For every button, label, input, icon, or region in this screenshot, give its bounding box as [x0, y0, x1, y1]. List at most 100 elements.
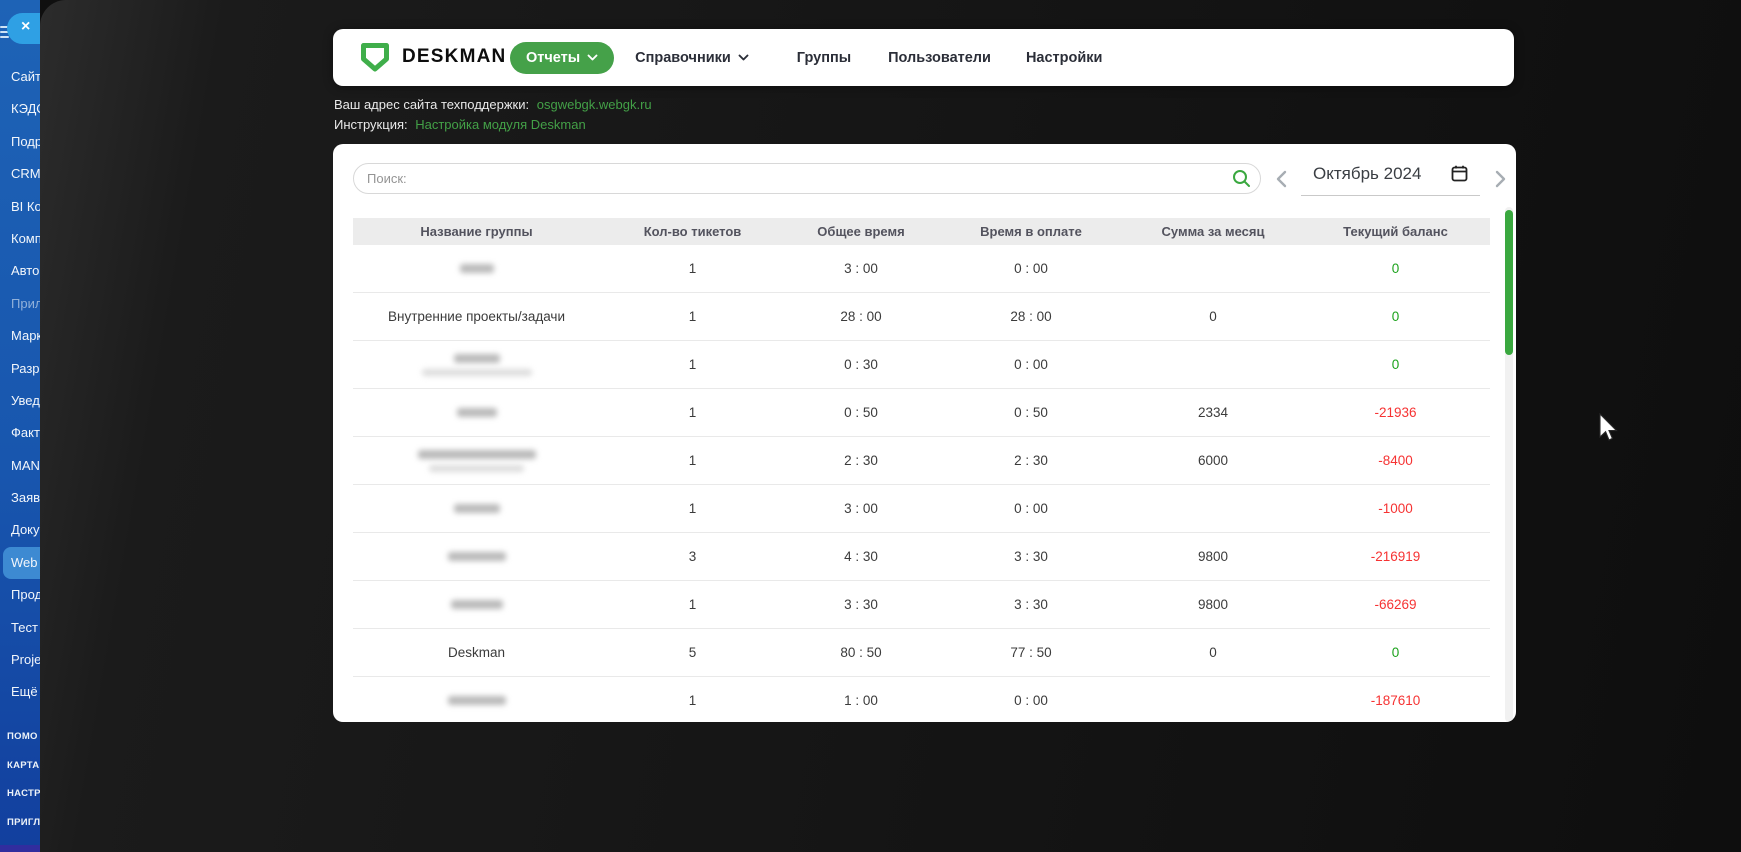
nav-menu-item[interactable]: Группы	[797, 50, 851, 66]
paid-time-cell: 3 : 30	[937, 597, 1125, 612]
support-info: Ваш адрес сайта техподдержки: osgwebgk.w…	[334, 95, 652, 134]
nav-menu-label: Группы	[797, 50, 851, 66]
paid-time-cell: 0 : 00	[937, 261, 1125, 276]
scrollbar-track[interactable]	[1505, 207, 1513, 722]
group-name-cell	[353, 693, 600, 708]
current-balance-cell: 0	[1301, 645, 1490, 660]
sidebar-item[interactable]: Увед	[0, 385, 40, 417]
table-row[interactable]: 34 : 303 : 309800-216919	[353, 533, 1490, 581]
sidebar-item[interactable]: Сайт	[0, 61, 40, 93]
table-row[interactable]: Внутренние проекты/задачи128 : 0028 : 00…	[353, 293, 1490, 341]
nav-menu-label: Настройки	[1026, 50, 1103, 66]
sidebar-bottom-strip	[0, 845, 40, 852]
period-navigator: Октябрь 2024	[1269, 160, 1512, 198]
tickets-count-cell: 1	[600, 261, 785, 276]
month-sum-cell: 2334	[1125, 405, 1301, 420]
sidebar-nav: СайтКЭДОПодрCRMBI КоКомпАвтоПрилМаркРазр…	[0, 61, 40, 709]
paid-time-cell: 0 : 50	[937, 405, 1125, 420]
chevron-down-icon	[587, 54, 598, 61]
sidebar-item[interactable]: Web	[3, 547, 40, 579]
sidebar-item[interactable]: Марк	[0, 320, 40, 352]
paid-time-cell: 2 : 30	[937, 453, 1125, 468]
tickets-count-cell: 1	[600, 693, 785, 708]
nav-menu-item[interactable]: Пользователи	[888, 50, 991, 66]
close-sidebar-button[interactable]: × We	[7, 13, 40, 44]
sidebar-item[interactable]: Подр	[0, 126, 40, 158]
sidebar-item[interactable]: Факт	[0, 417, 40, 449]
tickets-count-cell: 1	[600, 405, 785, 420]
group-name-cell	[353, 549, 600, 564]
instruction-link[interactable]: Настройка модуля Deskman	[415, 117, 585, 132]
current-balance-cell: 0	[1301, 261, 1490, 276]
instruction-line: Инструкция: Настройка модуля Deskman	[334, 115, 652, 135]
nav-menu-item[interactable]: Справочники	[635, 50, 749, 66]
paid-time-cell: 3 : 30	[937, 549, 1125, 564]
instruction-label: Инструкция:	[334, 117, 408, 132]
column-header: Сумма за месяц	[1125, 224, 1301, 239]
sidebar-item[interactable]: Proje	[0, 644, 40, 676]
tickets-count-cell: 1	[600, 501, 785, 516]
current-balance-cell: -216919	[1301, 549, 1490, 564]
sidebar-item[interactable]: Ещё	[0, 676, 40, 708]
search-icon[interactable]	[1232, 169, 1251, 193]
redacted-group-name	[448, 552, 506, 561]
total-time-cell: 1 : 00	[785, 693, 937, 708]
table-row[interactable]: 11 : 000 : 00-187610	[353, 677, 1490, 722]
close-icon: ×	[21, 18, 30, 36]
table-row[interactable]: 12 : 302 : 306000-8400	[353, 437, 1490, 485]
sidebar-item[interactable]: Доку	[0, 514, 40, 546]
current-balance-cell: -8400	[1301, 453, 1490, 468]
table-row[interactable]: 13 : 000 : 00 0	[353, 245, 1490, 293]
redacted-group-name	[454, 504, 500, 513]
total-time-cell: 3 : 00	[785, 261, 937, 276]
table-row[interactable]: Deskman580 : 5077 : 5000	[353, 629, 1490, 677]
group-name-cell	[353, 450, 600, 472]
sidebar-item[interactable]: BI Ко	[0, 191, 40, 223]
sidebar-item[interactable]: CRM	[0, 158, 40, 190]
paid-time-cell: 0 : 00	[937, 501, 1125, 516]
sidebar-footer-item[interactable]: ПРИГЛ	[0, 809, 40, 838]
calendar-icon	[1451, 165, 1468, 187]
month-sum-cell: 9800	[1125, 597, 1301, 612]
nav-reports-button[interactable]: Отчеты	[510, 42, 614, 74]
redacted-group-name	[418, 450, 536, 459]
redacted-group-subtext	[429, 465, 524, 472]
search-input[interactable]	[353, 163, 1261, 194]
sidebar-item[interactable]: Тест	[0, 612, 40, 644]
period-label: Октябрь 2024	[1313, 164, 1421, 184]
support-address-link[interactable]: osgwebgk.webgk.ru	[537, 97, 652, 112]
sidebar-item[interactable]: Разр	[0, 353, 40, 385]
next-month-button[interactable]	[1488, 170, 1512, 188]
sidebar-item[interactable]: Комп	[0, 223, 40, 255]
sidebar-item[interactable]: Авто	[0, 255, 40, 287]
sidebar-item[interactable]: Прод	[0, 579, 40, 611]
column-header: Название группы	[353, 224, 600, 239]
left-sidebar: × We СайтКЭДОПодрCRMBI КоКомпАвтоПрилМар…	[0, 0, 40, 852]
table-row[interactable]: 10 : 300 : 000	[353, 341, 1490, 389]
nav-menu-label: Пользователи	[888, 50, 991, 66]
redacted-group-subtext	[422, 369, 532, 376]
tickets-count-cell: 1	[600, 597, 785, 612]
nav-menu-item[interactable]: Настройки	[1026, 50, 1103, 66]
chevron-down-icon	[738, 54, 749, 61]
sidebar-item[interactable]: Прил	[0, 288, 40, 320]
group-name-cell: Внутренние проекты/задачи	[353, 309, 600, 324]
paid-time-cell: 28 : 00	[937, 309, 1125, 324]
sidebar-item[interactable]: КЭДО	[0, 93, 40, 125]
sidebar-footer-item[interactable]: НАСТР	[0, 780, 40, 809]
sidebar-footer-item[interactable]: ПОМО	[0, 723, 40, 752]
table-row[interactable]: 10 : 500 : 502334-21936	[353, 389, 1490, 437]
previous-month-button[interactable]	[1269, 170, 1293, 188]
total-time-cell: 3 : 30	[785, 597, 937, 612]
period-picker[interactable]: Октябрь 2024	[1301, 162, 1480, 196]
support-address-label: Ваш адрес сайта техподдержки:	[334, 97, 529, 112]
groups-report-table: Название группыКол-во тикетовОбщее время…	[353, 218, 1490, 722]
deskman-navbar: DESKMAN ОтчетыСправочникиГруппыПользоват…	[333, 29, 1514, 86]
sidebar-footer-item[interactable]: КАРТА	[0, 752, 40, 781]
table-row[interactable]: 13 : 000 : 00-1000	[353, 485, 1490, 533]
sidebar-item[interactable]: MAN	[0, 450, 40, 482]
sidebar-item[interactable]: Заяв	[0, 482, 40, 514]
scrollbar-thumb[interactable]	[1505, 210, 1513, 355]
table-row[interactable]: 13 : 303 : 309800-66269	[353, 581, 1490, 629]
column-header: Текущий баланс	[1301, 224, 1490, 239]
